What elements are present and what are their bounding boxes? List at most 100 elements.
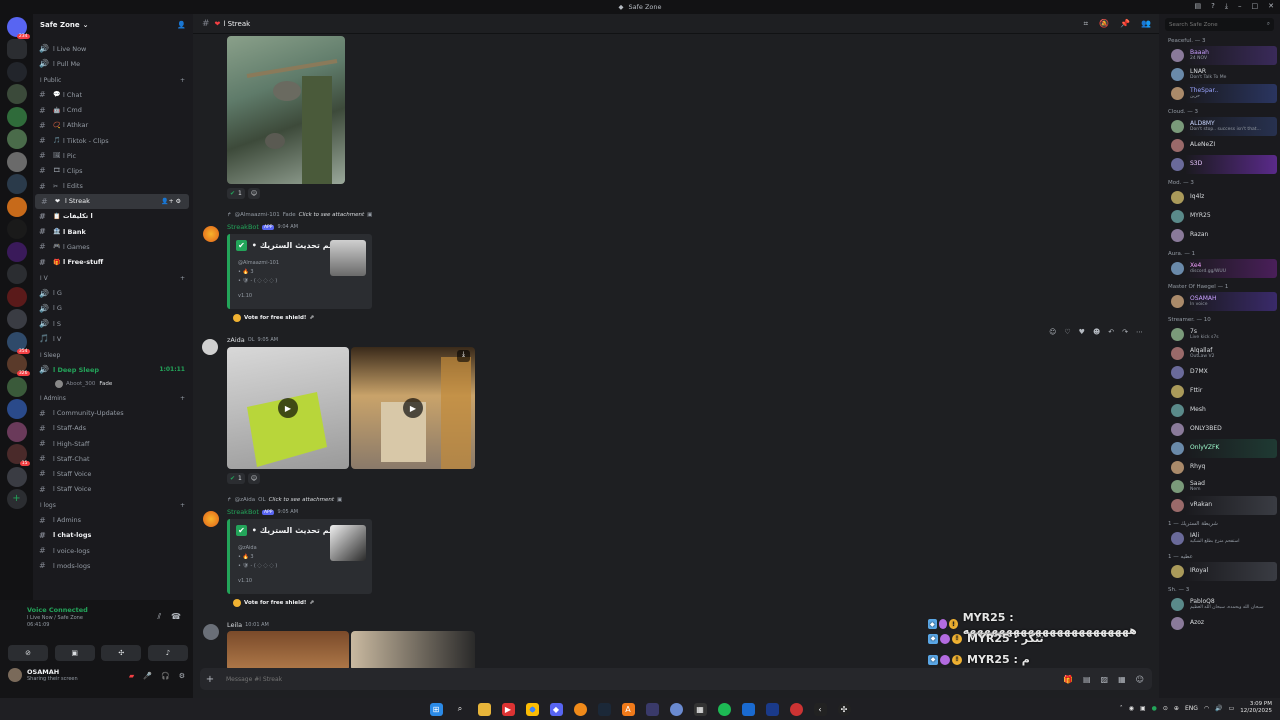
add-channel-icon[interactable]: + — [180, 275, 185, 282]
vote-link[interactable]: Vote for free shield! ⇗ — [233, 599, 314, 607]
member-item[interactable]: Razan — [1162, 226, 1277, 245]
server-icon[interactable] — [6, 106, 27, 127]
microphone-icon[interactable]: 🎤 — [143, 672, 152, 680]
channel-pull-me[interactable]: 🔊 ا Pull Me — [33, 56, 193, 71]
add-friend-icon[interactable]: 👤 — [177, 21, 186, 29]
member-item[interactable]: Rhyq — [1162, 458, 1277, 477]
channel-item[interactable]: # ا Staff-Ads — [33, 421, 193, 436]
chrome-icon[interactable] — [525, 702, 539, 716]
mute-bell-icon[interactable]: 🔕 — [1099, 19, 1109, 29]
channel-item[interactable]: # ا Staff-Chat — [33, 451, 193, 466]
channel-item[interactable]: # ✂ ا Edits — [33, 179, 193, 194]
add-reaction-button[interactable]: ☺ — [247, 473, 261, 484]
member-item[interactable]: OnlyVZFK — [1162, 439, 1277, 458]
inbox-icon[interactable]: ▤ — [1195, 2, 1202, 11]
add-channel-icon[interactable]: + — [180, 77, 185, 84]
member-item[interactable]: Azoz — [1162, 614, 1277, 633]
member-item[interactable]: PabloQ8 سبحان الله وبحمده، سبحان الله الع… — [1162, 595, 1277, 614]
steam-icon[interactable] — [597, 702, 611, 716]
member-list-icon[interactable]: 👥 — [1141, 19, 1151, 29]
emoji-picker-icon[interactable]: ☻ — [1093, 328, 1100, 336]
server-icon[interactable]: 354 — [6, 331, 30, 354]
attach-plus-icon[interactable]: + — [200, 674, 220, 685]
avatar[interactable] — [202, 339, 218, 355]
tray-app-icon[interactable]: ▣ — [1140, 705, 1146, 712]
reaction-check[interactable]: ✔ 1 — [227, 473, 245, 484]
channel-item[interactable]: # ا Staff Voice — [33, 482, 193, 497]
server-icon[interactable] — [6, 241, 27, 262]
server-icon[interactable] — [6, 219, 27, 239]
add-server-icon[interactable]: + — [6, 489, 27, 509]
reply-preview[interactable]: ↱ @Almaazmi-101 Fade Click to see attach… — [227, 212, 372, 218]
threads-icon[interactable]: ⌗ — [1084, 19, 1089, 29]
voice-channel-item[interactable]: 🔊 ا G — [33, 286, 193, 301]
reaction-icon[interactable]: ☺ — [1049, 328, 1056, 336]
app-icon[interactable]: ▦ — [693, 702, 707, 716]
play-icon[interactable]: ▶ — [278, 398, 298, 418]
clock[interactable]: 3:09 PM 12/20/2025 — [1240, 701, 1272, 715]
more-options-icon[interactable]: ⋯ — [1136, 328, 1143, 336]
windows-start-icon[interactable]: ⊞ — [429, 702, 443, 716]
server-icon[interactable] — [6, 309, 27, 329]
add-channel-icon[interactable]: + — [180, 502, 185, 509]
member-item[interactable]: S3D — [1162, 155, 1277, 174]
server-icon[interactable] — [6, 129, 27, 149]
add-channel-icon[interactable]: + — [180, 395, 185, 402]
soundboard-button[interactable]: ♪ — [147, 645, 188, 661]
headphones-icon[interactable]: 🎧 — [161, 672, 170, 680]
vote-link[interactable]: Vote for free shield! ⇗ — [233, 314, 314, 322]
camera-button[interactable]: ⊘ — [8, 645, 48, 661]
channel-deep-sleep[interactable]: 🔊 ا Deep Sleep 1:01:11 — [33, 362, 193, 377]
member-item[interactable]: vRakan — [1162, 496, 1277, 515]
chevron-up-icon[interactable]: ˄ — [1120, 705, 1123, 712]
voice-channel-item[interactable]: 🔊 ا G — [33, 301, 193, 316]
app-icon[interactable]: ▶ — [501, 702, 515, 716]
channel-item[interactable]: # 🤖 ا Cmd — [33, 103, 193, 118]
channel-item[interactable]: # 🖼 ا Pic — [33, 148, 193, 163]
game-icon[interactable]: ▰ — [129, 672, 134, 680]
app-icon[interactable] — [573, 702, 587, 716]
channel-item[interactable]: # 🎵 ا Tiktok - Clips — [33, 133, 193, 148]
member-item[interactable]: Mesh — [1162, 401, 1277, 420]
app-icon[interactable]: ✣ — [837, 702, 851, 716]
server-icon[interactable] — [6, 421, 27, 442]
member-item[interactable]: TheSpar.. حزين — [1162, 84, 1277, 103]
member-item[interactable]: LNAR Don't Talk To Me — [1162, 65, 1277, 84]
dm-home-icon[interactable]: 234 — [6, 16, 30, 39]
member-item[interactable]: D7MX — [1162, 363, 1277, 382]
channel-item[interactable]: # ا High-Staff — [33, 436, 193, 451]
server-icon[interactable] — [6, 174, 27, 194]
avatar[interactable] — [203, 226, 219, 242]
author-name[interactable]: StreakBot — [227, 508, 259, 516]
server-icon[interactable] — [6, 286, 27, 307]
author-name[interactable]: zAida — [227, 336, 245, 344]
member-item[interactable]: Saad Nem — [1162, 477, 1277, 496]
download-icon[interactable]: ⤓ — [457, 350, 470, 362]
channel-item[interactable]: # 📋 ا تكليفات — [33, 209, 193, 224]
battery-icon[interactable]: ▭ — [1229, 705, 1235, 712]
tray-app-icon[interactable]: ● — [1152, 705, 1157, 712]
settings-gear-icon[interactable]: ⚙ — [179, 672, 185, 680]
category-v[interactable]: ا V + — [33, 272, 193, 286]
server-icon[interactable] — [6, 39, 27, 59]
channel-item[interactable]: # ا Admins — [33, 513, 193, 528]
server-icon[interactable] — [6, 466, 27, 487]
app-icon[interactable]: A — [621, 702, 635, 716]
server-icon[interactable] — [6, 376, 27, 397]
voice-channel-item[interactable]: 🔊 ا S — [33, 316, 193, 331]
member-item[interactable]: 7s Live kick s7s — [1162, 325, 1277, 344]
wifi-icon[interactable]: ◠ — [1204, 705, 1209, 712]
tray-app-icon[interactable]: ⊙ — [1163, 705, 1168, 712]
disconnect-icon[interactable]: ☎ — [171, 612, 181, 622]
reply-icon[interactable]: ↶ — [1108, 328, 1114, 336]
member-item[interactable]: Baaah 24 NOV — [1162, 46, 1277, 65]
channel-item[interactable]: # 🏦 ا Bank — [33, 224, 193, 239]
embed-thumbnail[interactable] — [330, 525, 366, 561]
avatar[interactable] — [203, 624, 219, 640]
category-public[interactable]: ا Public + — [33, 73, 193, 87]
download-icon[interactable]: ⤓ — [1225, 2, 1228, 11]
channel-item[interactable]: # 🎞 ا Clips — [33, 163, 193, 178]
embed-thumbnail[interactable] — [330, 240, 366, 276]
file-explorer-icon[interactable] — [477, 702, 491, 716]
apps-icon[interactable]: ▦ — [1118, 675, 1126, 684]
